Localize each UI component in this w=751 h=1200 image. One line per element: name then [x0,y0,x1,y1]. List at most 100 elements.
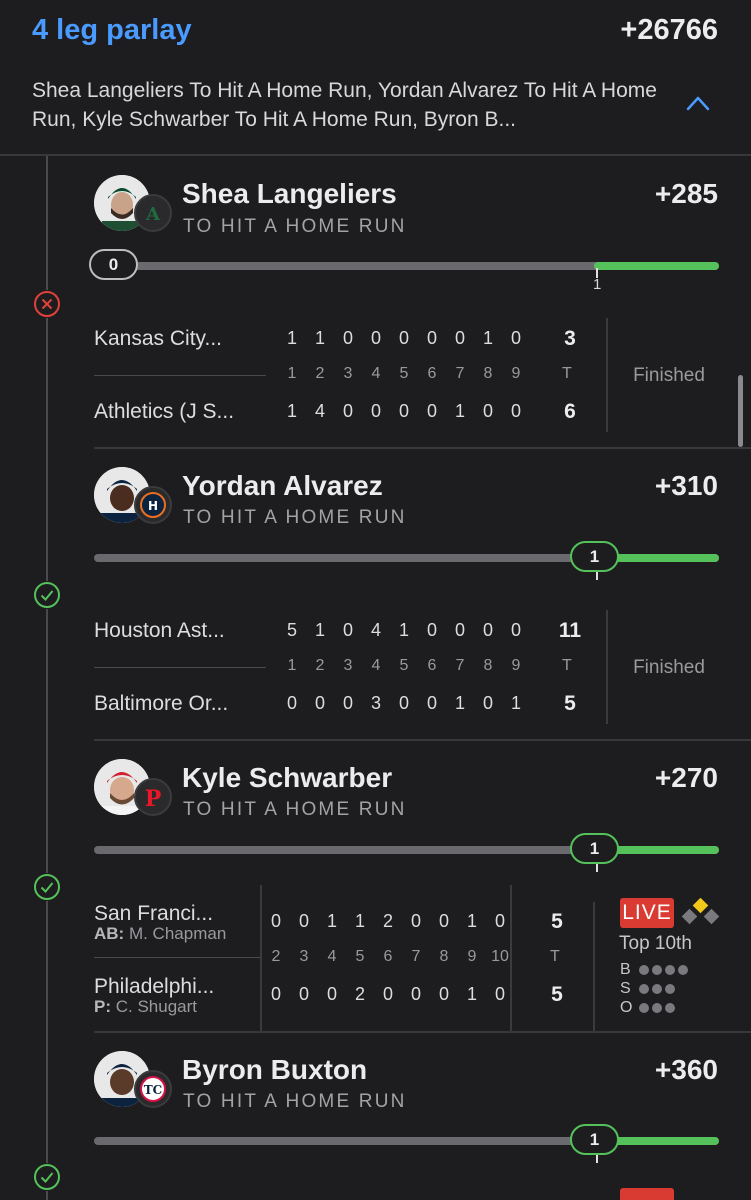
total-label: T [562,365,572,382]
inning-cell: 0 [314,693,325,713]
progress-bubble: 1 [570,833,619,864]
inning-cell: 0 [510,328,521,348]
away-innings: 001120010 [262,911,514,932]
inning-cell: 0 [438,911,449,931]
inning-cell: 4 [371,657,381,674]
leg-divider [94,447,751,449]
bases-diamond-icon [681,898,720,925]
inning-cell: 2 [382,911,393,931]
count-dot [639,1003,649,1013]
home-total: 5 [551,983,563,1006]
market-label: TO HIT A HOME RUN [183,799,407,820]
pitcher-line: P: C. Shugart [94,997,197,1016]
parlay-title: 4 leg parlay [32,14,192,46]
svg-text:A: A [145,204,161,225]
inning-cell: 2 [315,657,325,674]
twins-logo-icon: TC [134,1070,172,1108]
inning-cell: 0 [382,984,393,1004]
leg-divider [94,739,751,741]
at-bat-line: AB: M. Chapman [94,924,227,943]
parlay-header[interactable]: 4 leg parlay +26766 Shea Langeliers To H… [0,0,751,156]
count-dot [652,984,662,994]
inning-cell: 0 [398,693,409,713]
inning-cell: 0 [398,401,409,421]
market-label: TO HIT A HOME RUN [183,216,407,237]
innings-separator [510,885,512,1032]
inning-cell: 9 [467,948,477,965]
inning-labels: 1 2 3 4 5 6 7 8 9 [278,657,530,675]
inning-cell: 6 [427,365,437,382]
inning-labels: 1 2 3 4 5 6 7 8 9 [278,365,530,383]
away-total: 3 [564,327,576,350]
inning-cell: 1 [482,328,493,348]
status-separator [606,610,608,724]
inning-cell: 0 [482,401,493,421]
inning-cell: 0 [454,620,465,640]
live-badge-partial [620,1188,674,1200]
total-label: T [562,657,572,674]
inning-cell: 0 [270,911,281,931]
inning-cell: 0 [410,984,421,1004]
home-innings: 000200010 [262,984,514,1005]
away-total: 11 [558,619,582,642]
svg-text:TC: TC [144,1083,162,1097]
progress-target-segment [594,262,719,270]
status-separator [593,902,595,1032]
inning-cell: 0 [510,620,521,640]
check-circle-icon [33,873,61,901]
inning-cell: 4 [314,401,325,421]
inning-cell: 0 [426,401,437,421]
athletics-logo-icon: A [134,194,172,232]
away-innings: 510410000 [278,620,530,641]
inning-cell: 1 [314,328,325,348]
inning-cell: 0 [438,984,449,1004]
inning-cell: 1 [354,911,365,931]
scrollbar[interactable] [738,375,743,447]
inning-cell: 0 [482,620,493,640]
inning-cell: 5 [399,657,409,674]
inning-cell: 0 [426,328,437,348]
total-label: T [550,948,560,965]
chevron-up-icon[interactable] [686,94,710,112]
inning-cell: 2 [354,984,365,1004]
live-badge: LIVE [620,898,674,928]
inning-cell: 3 [370,693,381,713]
count-dot [652,965,662,975]
inning-cell: 4 [370,620,381,640]
inning-cell: 0 [510,401,521,421]
inning-cell: 2 [315,365,325,382]
away-innings: 110000010 [278,328,530,349]
score-separator [94,957,260,958]
market-label: TO HIT A HOME RUN [183,507,407,528]
svg-text:P: P [145,786,162,812]
astros-logo-icon: H [134,486,172,524]
inning-labels: 2 3 4 5 6 7 8 9 10 [262,948,514,966]
inning-cell: 4 [371,365,381,382]
balls-label: B [620,961,631,978]
inning-text: Top 10th [619,933,692,954]
inning-cell: 1 [510,693,521,713]
leg-odds: +270 [654,762,718,793]
inning-cell: 9 [511,365,521,382]
inning-cell: 6 [427,657,437,674]
leg-odds: +310 [654,470,718,501]
inning-cell: 6 [383,948,393,965]
game-status: Finished [633,657,705,678]
inning-cell: 1 [466,911,477,931]
inning-cell: 0 [454,328,465,348]
inning-cell: 0 [398,328,409,348]
count-dot [665,965,675,975]
inning-cell: 5 [286,620,297,640]
count-dot [665,984,675,994]
inning-cell: 1 [454,693,465,713]
score-separator [94,375,266,376]
inning-cell: 1 [286,401,297,421]
count-dot [639,984,649,994]
progress-bubble: 1 [570,1124,619,1155]
home-innings: 000300101 [278,693,530,714]
inning-cell: 7 [411,948,421,965]
player-name: Shea Langeliers [182,178,397,209]
inning-cell: 0 [298,911,309,931]
count-dot [652,1003,662,1013]
inning-cell: 8 [439,948,449,965]
